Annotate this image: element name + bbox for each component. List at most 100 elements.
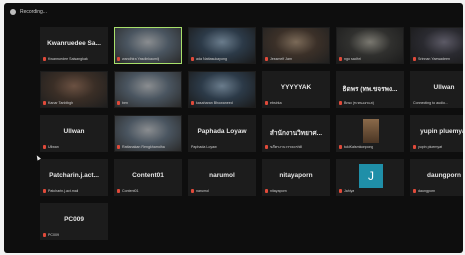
participant-name-bar: Bnsc (ท.ทนองรแส) [339, 99, 401, 106]
participant-tile[interactable]: Srinnan Yaewadeen [410, 27, 463, 64]
participant-name-label: ebsirka [270, 100, 282, 105]
participant-display-name: Ullwan [63, 128, 85, 135]
participant-name-bar: wandhira Yasdinkaumiji [117, 55, 179, 62]
participant-tile[interactable]: Content01 Content01 [114, 159, 182, 196]
participant-tile[interactable]: narumol narumol [188, 159, 256, 196]
participant-tile[interactable]: สำนักงานวิทยาศ... ขภีตรงานวรรธดรhill [262, 115, 330, 152]
muted-mic-icon [191, 56, 194, 61]
muted-mic-icon [339, 100, 342, 105]
participant-tile[interactable]: yupin pluemyat yupin pluemyat [410, 115, 463, 152]
participant-tile[interactable]: Ullwan Ullwan [40, 115, 108, 152]
participant-name-label: Ullwan [48, 144, 59, 149]
participant-display-name: nitayaporn [279, 172, 313, 179]
participant-name-bar: Srinnan Yaewadeen [413, 55, 463, 62]
participant-name-label: Jessmelf Jam [270, 56, 292, 61]
participant-name-label: Content01 [122, 188, 139, 193]
participant-display-name: Kwanruedee Sa... [47, 40, 101, 47]
participant-display-name: yupin pluemyat [420, 128, 463, 135]
muted-mic-icon [339, 56, 342, 61]
participant-tile[interactable]: Jessmelf Jam [262, 27, 330, 64]
participant-display-name: Patcharin.j.act... [49, 172, 99, 179]
participant-tile[interactable]: YYYYYAK ebsirka [262, 71, 330, 108]
participant-name-label: ben [122, 100, 128, 105]
participant-tile[interactable]: daungporn daungporn [410, 159, 463, 196]
participant-name-bar: Jahiya [339, 187, 401, 194]
participant-name-bar: Content01 [117, 187, 179, 194]
participant-name-bar: Rattanakan Rengkhamdha [117, 143, 179, 150]
muted-mic-icon [117, 144, 120, 149]
participant-display-name: YYYYYAK [280, 84, 312, 91]
participant-tile[interactable]: nitayaporn nitayaporn [262, 159, 330, 196]
participant-name-label: narumol [196, 188, 209, 193]
muted-mic-icon [339, 188, 342, 193]
muted-mic-icon [413, 144, 416, 149]
participant-display-name: Ullwan [433, 84, 455, 91]
muted-mic-icon [43, 232, 46, 237]
participant-name-label: Bnsc (ท.ทนองรแส) [344, 100, 374, 105]
muted-mic-icon [413, 188, 416, 193]
participant-tile[interactable]: Kwanruedee Sa... Kwanruedee Saisangkak [40, 27, 108, 64]
recording-status: Recording... [20, 9, 47, 15]
participant-name-bar: kasaharan Bhowaneed [191, 99, 253, 106]
participant-name-label: wandhira Yasdinkaumiji [122, 56, 160, 61]
muted-mic-icon [265, 188, 268, 193]
participant-name-bar: narumol [191, 187, 253, 194]
participant-name-bar: nitayaporn [265, 187, 327, 194]
participant-tile[interactable]: J Jahiya [336, 159, 404, 196]
participant-tile[interactable]: ada Nattasukayong [188, 27, 256, 64]
participant-tile[interactable]: Kanar Tanblbgh [40, 71, 108, 108]
recording-icon [10, 9, 16, 15]
avatar: J [359, 164, 383, 188]
participant-tile[interactable]: Rattanakan Rengkhamdha [114, 115, 182, 152]
participant-name-bar: Kwanruedee Saisangkak [43, 55, 105, 62]
participant-name-label: tukiKalsmkonpong [344, 144, 374, 149]
participant-tile[interactable]: ben [114, 71, 182, 108]
participant-tile[interactable]: Paphada Loyaw Paphada Loyaw [188, 115, 256, 152]
muted-mic-icon [191, 188, 194, 193]
participant-name-label: Rattanakan Rengkhamdha [122, 144, 165, 149]
participant-display-name: daungporn [427, 172, 461, 179]
participant-name-label: ngo sadhri [344, 56, 361, 61]
participant-display-name: ธิดพร (ทพ.ขจรพง... [342, 86, 398, 93]
participant-display-name: PC009 [64, 216, 84, 223]
participant-name-bar: Paphada Loyaw [191, 143, 253, 150]
muted-mic-icon [43, 56, 46, 61]
muted-mic-icon [339, 144, 342, 149]
participant-tile[interactable]: ธิดพร (ทพ.ขจรพง... Bnsc (ท.ทนองรแส) [336, 71, 404, 108]
muted-mic-icon [43, 188, 46, 193]
participant-tile[interactable]: PC009 PC009 [40, 203, 108, 240]
participant-display-name: Paphada Loyaw [197, 128, 247, 135]
participant-name-bar: ada Nattasukayong [191, 55, 253, 62]
participant-tile[interactable]: tukiKalsmkonpong [336, 115, 404, 152]
participant-name-bar: ben [117, 99, 179, 106]
participant-name-bar: ngo sadhri [339, 55, 401, 62]
muted-mic-icon [413, 56, 416, 61]
participant-tile[interactable]: Ullwan Connecting to audio... [410, 71, 463, 108]
participant-name-bar: Ullwan [43, 143, 105, 150]
participant-tile[interactable]: wandhira Yasdinkaumiji [114, 27, 182, 64]
participant-name-label: Jahiya [344, 188, 355, 193]
participant-tile[interactable]: ngo sadhri [336, 27, 404, 64]
participant-name-label: PC009 [48, 232, 59, 237]
muted-mic-icon [265, 56, 268, 61]
participant-name-label: ขภีตรงานวรรธดรhill [270, 144, 303, 149]
muted-mic-icon [117, 56, 120, 61]
participant-name-label: Connecting to audio... [413, 100, 448, 105]
participant-name-label: kasaharan Bhowaneed [196, 100, 233, 105]
participant-tile[interactable]: kasaharan Bhowaneed [188, 71, 256, 108]
participant-name-label: Kwanruedee Saisangkak [48, 56, 88, 61]
participant-name-label: Paphada Loyaw [191, 144, 217, 149]
participant-name-bar: tukiKalsmkonpong [339, 143, 401, 150]
participant-tile[interactable]: Patcharin.j.act... Patcharin.j.act.mail [40, 159, 108, 196]
participant-name-label: yupin pluemyat [418, 144, 443, 149]
meeting-window: Recording... Kwanruedee Sa... Kwanruedee … [4, 3, 463, 253]
participant-name-bar: Jessmelf Jam [265, 55, 327, 62]
muted-mic-icon [191, 100, 194, 105]
participant-display-name: narumol [209, 172, 235, 179]
muted-mic-icon [265, 100, 268, 105]
participant-name-label: ada Nattasukayong [196, 56, 227, 61]
participant-name-bar: Patcharin.j.act.mail [43, 187, 105, 194]
participant-name-label: Patcharin.j.act.mail [48, 188, 79, 193]
participant-name-bar: PC009 [43, 231, 105, 238]
muted-mic-icon [43, 144, 46, 149]
